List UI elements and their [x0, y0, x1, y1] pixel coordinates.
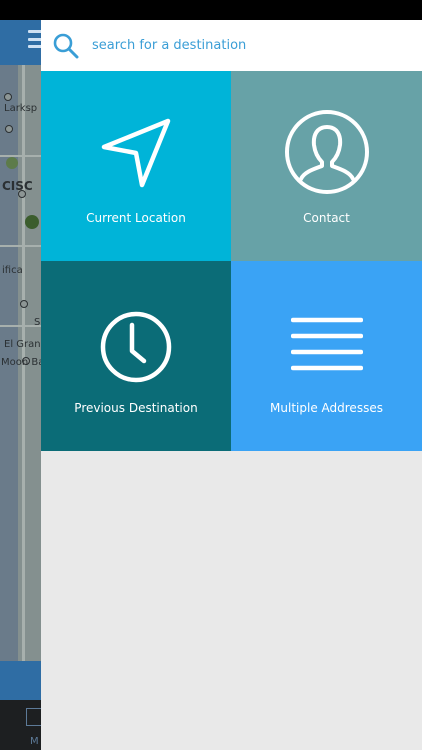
map-label: Moon Ba — [1, 357, 45, 368]
map-tab-icon — [26, 708, 42, 726]
clock-icon — [100, 311, 172, 383]
map-label: ifica — [2, 265, 23, 276]
previous-destination-label: Previous Destination — [74, 401, 198, 415]
multiple-addresses-label: Multiple Addresses — [270, 401, 383, 415]
current-location-label: Current Location — [86, 211, 186, 225]
quick-options-grid: Current Location Contact Previous Destin… — [41, 71, 422, 451]
contact-label: Contact — [303, 211, 350, 225]
destination-drawer: Current Location Contact Previous Destin… — [41, 20, 422, 750]
list-lines-icon — [290, 317, 363, 371]
map-label: El Gran — [4, 339, 41, 350]
wifi-icon — [56, 4, 71, 15]
status-bar: Carrier 11:37 AM — [0, 0, 422, 20]
search-input[interactable] — [92, 38, 392, 53]
status-left: Carrier — [8, 2, 71, 18]
charging-bolt-icon — [407, 4, 414, 16]
multiple-addresses-tile[interactable]: Multiple Addresses — [231, 261, 422, 451]
navigation-arrow-icon — [101, 118, 171, 188]
map-label: S — [34, 317, 41, 328]
map-label: Larksp — [4, 103, 38, 114]
current-location-tile[interactable]: Current Location — [41, 71, 231, 261]
map-tab-label: M — [30, 736, 39, 747]
carrier-label: Carrier — [8, 2, 53, 18]
search-icon[interactable] — [53, 33, 79, 59]
previous-destination-tile[interactable]: Previous Destination — [41, 261, 231, 451]
status-right — [361, 4, 414, 16]
location-arrow-icon — [361, 5, 371, 15]
contact-person-icon — [284, 110, 369, 194]
battery-icon — [377, 4, 403, 16]
map-label: CISC — [2, 179, 33, 193]
contact-tile[interactable]: Contact — [231, 71, 422, 261]
search-bar — [41, 20, 422, 71]
